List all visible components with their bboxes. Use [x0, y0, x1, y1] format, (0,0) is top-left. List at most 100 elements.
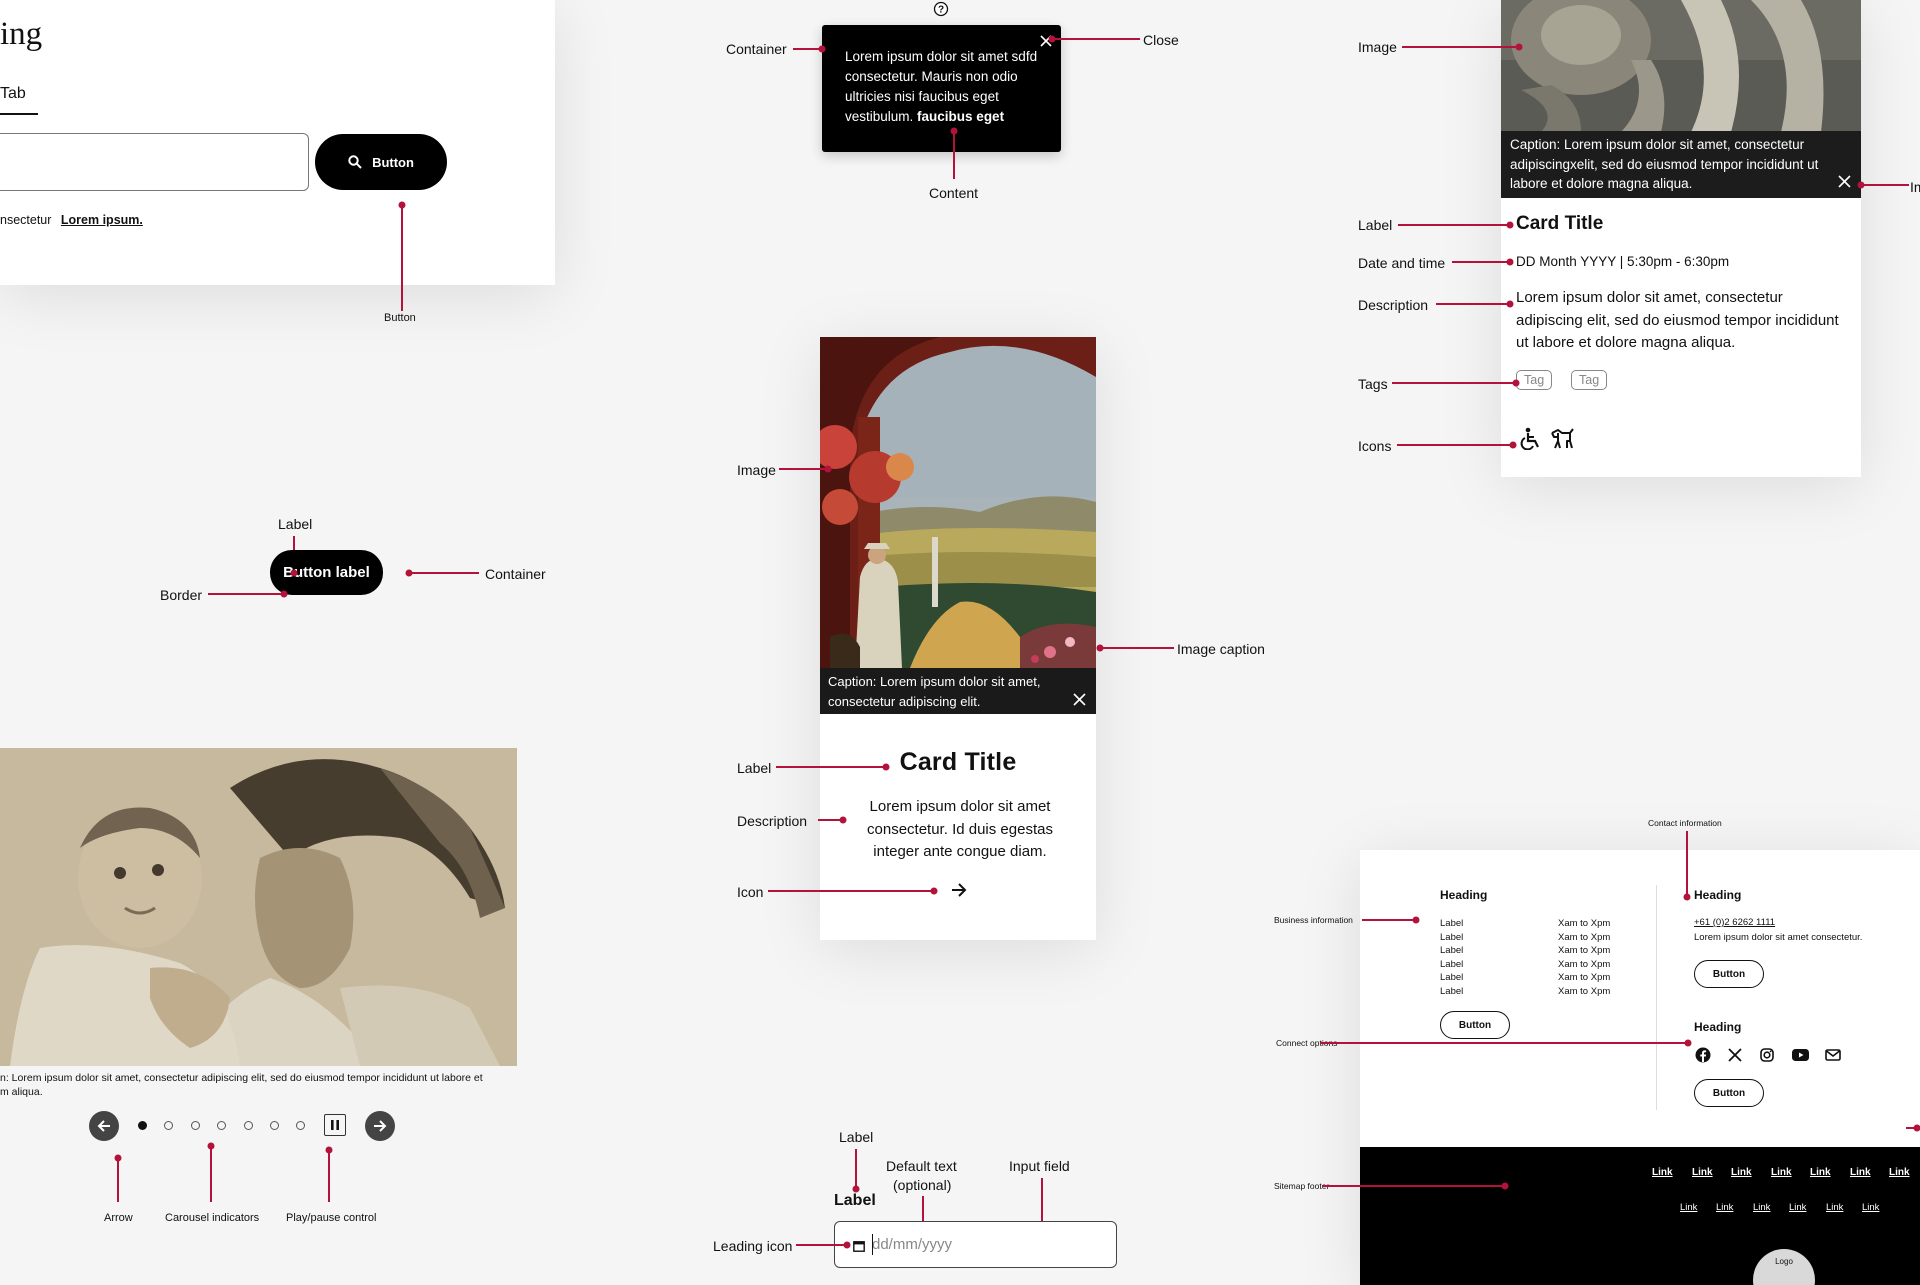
sitemap-link[interactable]: Link: [1731, 1167, 1752, 1178]
calendar-icon: [853, 1241, 865, 1252]
event-card-image: [1501, 0, 1861, 132]
connect-button[interactable]: Button: [1694, 1079, 1764, 1107]
annotation-tags: Tags: [1358, 376, 1388, 392]
sitemap-link[interactable]: Link: [1889, 1167, 1910, 1178]
event-datetime: DD Month YYYY | 5:30pm - 6:30pm: [1516, 254, 1730, 269]
tag[interactable]: Tag: [1571, 370, 1608, 390]
date-input[interactable]: dd/mm/yyyy: [834, 1221, 1117, 1268]
carousel-prev-button[interactable]: [89, 1111, 119, 1141]
assistance-dog-icon: [1551, 428, 1574, 449]
search-icon: [348, 155, 362, 169]
annotation-default: Default text: [886, 1158, 957, 1174]
pause-icon: [331, 1120, 339, 1130]
carousel-image: [0, 748, 517, 1066]
annotation-content: Content: [929, 185, 979, 201]
x-icon[interactable]: [1728, 1048, 1742, 1062]
contact-phone[interactable]: +61 (0)2 6262 1111: [1694, 917, 1775, 928]
wheelchair-icon: [1520, 427, 1539, 450]
annotation-card-label: Label: [737, 760, 772, 776]
search-button[interactable]: Button: [315, 134, 447, 190]
carousel-indicator[interactable]: [270, 1121, 279, 1130]
help-icon: ?: [933, 1, 949, 17]
carousel-next-button[interactable]: [365, 1111, 395, 1141]
carousel-indicators: [138, 1119, 308, 1133]
footer: Heading Label Xam to Xpm Label Xam to Xpm …: [1360, 850, 1920, 1285]
image-card-description: Lorem ipsum dolor sit amet consectetur. …: [867, 798, 1053, 860]
annotation-pill-container: Container: [485, 566, 546, 582]
annotation-image: Image: [1358, 39, 1397, 55]
sitemap-link[interactable]: Link: [1716, 1202, 1733, 1213]
image-card-caption-bar: Caption: Lorem ipsum dolor sit amet, con…: [820, 668, 1096, 714]
event-description: Lorem ipsum dolor sit amet, consectetur …: [1516, 289, 1839, 351]
carousel-indicator[interactable]: [164, 1121, 173, 1130]
annotation-play: Play/pause control: [286, 1212, 377, 1224]
event-card[interactable]: Caption: Lorem ipsum dolor sit amet, con…: [1501, 0, 1861, 477]
sitemap-link[interactable]: Link: [1692, 1167, 1713, 1178]
contact-heading: Heading: [1694, 888, 1742, 902]
arrow-right-icon: [374, 1120, 387, 1132]
tooltip-bold: faucibus eget: [917, 109, 1005, 124]
carousel-indicator[interactable]: [217, 1121, 226, 1130]
hours-row: Label Xam to Xpm: [1440, 918, 1611, 929]
instagram-icon[interactable]: [1760, 1048, 1774, 1062]
tab-active[interactable]: Tab: [0, 85, 38, 115]
annotation-border: Border: [160, 587, 203, 603]
sitemap-link[interactable]: Link: [1789, 1202, 1806, 1213]
carousel-indicator[interactable]: [296, 1121, 305, 1130]
mail-icon[interactable]: [1825, 1049, 1841, 1061]
tooltip-container: Lorem ipsum dolor sit amet sdfd consecte…: [822, 25, 1061, 152]
pill-button[interactable]: Button label: [270, 550, 383, 595]
carousel-indicator[interactable]: [138, 1121, 147, 1130]
hours-row: Label Xam to Xpm: [1440, 931, 1611, 943]
helper-text: nsectetur: [0, 213, 52, 227]
youtube-icon[interactable]: [1792, 1049, 1809, 1061]
annotation-icons: Icons: [1358, 438, 1392, 454]
carousel-indicator[interactable]: [191, 1121, 200, 1130]
sitemap-link[interactable]: Link: [1652, 1167, 1673, 1178]
business-heading: Heading: [1440, 888, 1488, 902]
arrow-left-icon: [97, 1120, 110, 1132]
annotation-edge: Im: [1910, 179, 1920, 195]
carousel-indicator[interactable]: [244, 1121, 253, 1130]
image-card[interactable]: Caption: Lorem ipsum dolor sit amet, con…: [820, 337, 1096, 940]
sitemap-link[interactable]: Link: [1850, 1167, 1871, 1178]
annotation-datetime: Date and time: [1358, 255, 1446, 271]
annotation-contact: Contact information: [1648, 818, 1722, 828]
contact-button[interactable]: Button: [1694, 960, 1764, 988]
date-placeholder: dd/mm/yyyy: [872, 1236, 953, 1253]
annotation-container: Container: [726, 41, 787, 57]
sitemap-link[interactable]: Link: [1680, 1202, 1697, 1213]
annotation-business: Business information: [1274, 915, 1353, 925]
footer-logo-label: Logo: [1775, 1257, 1793, 1266]
event-card-title: Card Title: [1516, 213, 1604, 234]
close-icon[interactable]: [1073, 693, 1086, 706]
search-button-label: Button: [372, 154, 414, 170]
footer-logo[interactable]: Logo: [1753, 1249, 1815, 1285]
sitemap-link[interactable]: Link: [1753, 1202, 1770, 1213]
sitemap-link[interactable]: Link: [1771, 1167, 1792, 1178]
event-caption-text: Caption: Lorem ipsum dolor sit amet, con…: [1510, 137, 1819, 191]
arrow-right-icon[interactable]: [951, 882, 967, 898]
connect-heading: Heading: [1694, 1020, 1742, 1034]
image-card-title: Card Title: [899, 748, 1017, 776]
business-button[interactable]: Button: [1440, 1011, 1510, 1039]
annotation-indicators: Carousel indicators: [165, 1212, 260, 1224]
hours-row: Label Xam to Xpm: [1440, 972, 1611, 983]
tag[interactable]: Tag: [1516, 370, 1553, 390]
helper-link[interactable]: Lorem ipsum.: [61, 213, 143, 227]
close-icon[interactable]: [1838, 175, 1851, 188]
annotation-description: Description: [1358, 297, 1429, 313]
sitemap-link[interactable]: Link: [1810, 1167, 1831, 1178]
sitemap-link[interactable]: Link: [1826, 1202, 1843, 1213]
carousel-pause-button[interactable]: [324, 1114, 346, 1136]
facebook-icon[interactable]: [1695, 1047, 1711, 1063]
event-caption-bar: Caption: Lorem ipsum dolor sit amet, con…: [1501, 131, 1861, 198]
date-label: Label: [834, 1192, 876, 1209]
search-input[interactable]: [0, 133, 309, 191]
hours-table: Label Xam to Xpm Label Xam to Xpm Label Xam…: [1440, 917, 1620, 998]
annotation-input-label: Label: [839, 1129, 874, 1145]
hours-row: Label Xam to Xpm: [1440, 945, 1611, 956]
sitemap-footer: Link Link Link Link Link Link Link Link …: [1360, 1147, 1920, 1285]
image-card-caption-text: Caption: Lorem ipsum dolor sit amet, con…: [828, 674, 1041, 709]
sitemap-link[interactable]: Link: [1862, 1202, 1879, 1213]
